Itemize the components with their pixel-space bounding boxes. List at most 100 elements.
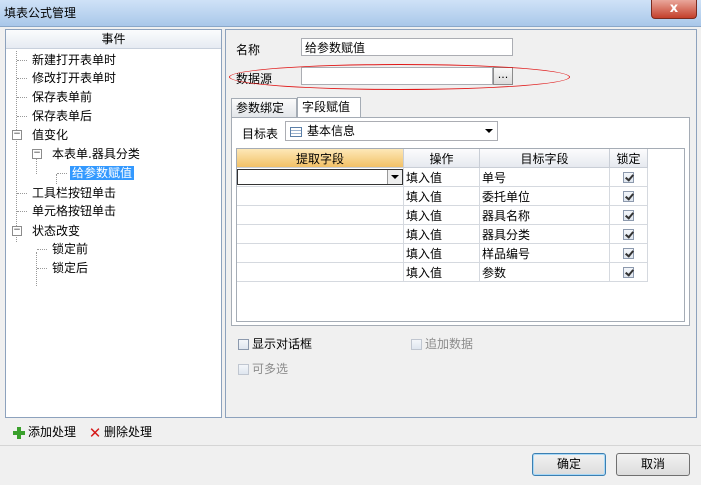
tree-item-label: 修改打开表单时 — [32, 71, 117, 85]
tab-field-assign[interactable]: 字段赋值 — [297, 97, 361, 117]
target-table-select[interactable]: 基本信息 — [285, 121, 498, 141]
tree-line — [57, 173, 67, 174]
append-data-checkbox — [411, 339, 422, 350]
extract-cell[interactable] — [237, 205, 404, 225]
tree-item-label: 锁定后 — [52, 261, 89, 275]
tree-item-label: 锁定前 — [52, 242, 89, 256]
tree-item-label: 工具栏按钮单击 — [32, 186, 117, 200]
add-handler-button[interactable]: 添加处理 — [12, 424, 76, 440]
multi-select-checkbox — [238, 364, 249, 375]
tree-item-assign-params[interactable]: 给参数赋值 — [70, 164, 135, 182]
close-button[interactable]: x — [651, 0, 697, 19]
tree-item-label: 保存表单前 — [32, 90, 93, 104]
tree-item-field-category[interactable]: 本表单.器具分类 — [52, 145, 140, 163]
name-label: 名称 — [236, 43, 261, 57]
collapse-icon[interactable]: − — [12, 130, 22, 140]
table-row[interactable]: 填入值 器具分类 — [237, 224, 648, 244]
lock-checkbox[interactable] — [623, 248, 634, 259]
col-header-extract[interactable]: 提取字段 — [237, 149, 404, 168]
col-header-target[interactable]: 目标字段 — [479, 149, 610, 168]
tab-param-binding[interactable]: 参数绑定 — [231, 98, 297, 117]
extract-cell-editor[interactable] — [237, 167, 404, 187]
field-mapping-grid[interactable]: 提取字段 操作 目标字段 锁定 填入值 单号 填入值 委托单位 填入值 器具名称… — [236, 148, 685, 322]
show-dialog-checkbox[interactable] — [238, 339, 249, 350]
lock-checkbox[interactable] — [623, 229, 634, 240]
lock-cell[interactable] — [609, 205, 648, 225]
tree-item-before-save[interactable]: 保存表单前 — [32, 88, 92, 106]
delete-handler-button[interactable]: ✕ 删除处理 — [88, 424, 152, 440]
tree-item-new-open[interactable]: 新建打开表单时 — [32, 51, 116, 69]
tree-item-after-save[interactable]: 保存表单后 — [32, 107, 92, 125]
tree-item-toolbar-click[interactable]: 工具栏按钮单击 — [32, 184, 116, 202]
collapse-icon[interactable]: − — [12, 226, 22, 236]
window-title: 填表公式管理 — [4, 6, 77, 20]
tree-line — [17, 193, 27, 194]
target-field-cell[interactable]: 器具名称 — [479, 205, 610, 225]
operation-cell[interactable]: 填入值 — [403, 224, 480, 244]
operation-cell[interactable]: 填入值 — [403, 243, 480, 263]
target-field-cell[interactable]: 单号 — [479, 167, 610, 187]
cancel-button[interactable]: 取消 — [616, 453, 690, 476]
lock-checkbox[interactable] — [623, 191, 634, 202]
append-data-label: 追加数据 — [425, 337, 474, 351]
extract-cell[interactable] — [237, 224, 404, 244]
tree-item-before-lock[interactable]: 锁定前 — [52, 240, 88, 258]
target-table-value: 基本信息 — [307, 124, 356, 138]
delete-handler-label: 删除处理 — [104, 425, 153, 439]
collapse-icon[interactable]: − — [32, 149, 42, 159]
lock-cell[interactable] — [609, 243, 648, 263]
show-dialog-label: 显示对话框 — [252, 337, 313, 351]
lock-cell[interactable] — [609, 224, 648, 244]
operation-cell[interactable]: 填入值 — [403, 167, 480, 187]
chevron-down-icon[interactable] — [387, 170, 402, 184]
table-row[interactable]: 填入值 样品编号 — [237, 243, 648, 263]
lock-cell[interactable] — [609, 186, 648, 206]
lock-checkbox[interactable] — [623, 267, 634, 278]
tree-line — [17, 60, 27, 61]
target-table-label: 目标表 — [242, 127, 279, 141]
tree-line — [37, 249, 47, 250]
footer-divider — [0, 445, 701, 446]
ok-button[interactable]: 确定 — [532, 453, 606, 476]
tree-line — [17, 211, 27, 212]
target-field-cell[interactable]: 委托单位 — [479, 186, 610, 206]
lock-checkbox[interactable] — [623, 172, 634, 183]
tree-item-state-change[interactable]: 状态改变 — [32, 222, 80, 240]
tree-line — [36, 157, 37, 174]
table-row[interactable]: 填入值 器具名称 — [237, 205, 648, 225]
target-field-cell[interactable]: 器具分类 — [479, 224, 610, 244]
extract-cell[interactable] — [237, 262, 404, 282]
name-input[interactable]: 给参数赋值 — [301, 38, 513, 56]
lock-cell[interactable] — [609, 262, 648, 282]
tree-item-label: 状态改变 — [32, 224, 81, 238]
extract-cell[interactable] — [237, 186, 404, 206]
extract-field-select[interactable] — [237, 169, 403, 185]
table-row[interactable]: 填入值 单号 — [237, 167, 648, 187]
operation-cell[interactable]: 填入值 — [403, 205, 480, 225]
target-field-cell[interactable]: 参数 — [479, 262, 610, 282]
mapping-table: 提取字段 操作 目标字段 锁定 填入值 单号 填入值 委托单位 填入值 器具名称… — [237, 149, 648, 282]
operation-cell[interactable]: 填入值 — [403, 262, 480, 282]
annotation-ellipse — [229, 64, 570, 90]
dialog-window: 填表公式管理 x 事件 新建打开表单时 修改打开表单时 保存表单前 保存表单后 … — [0, 0, 701, 485]
operation-cell[interactable]: 填入值 — [403, 186, 480, 206]
lock-cell[interactable] — [609, 167, 648, 187]
col-header-operation[interactable]: 操作 — [403, 149, 480, 168]
title-bar[interactable]: 填表公式管理 x — [0, 0, 701, 27]
tree-item-value-change[interactable]: 值变化 — [32, 126, 68, 144]
tree-item-edit-open[interactable]: 修改打开表单时 — [32, 69, 116, 87]
lock-checkbox[interactable] — [623, 210, 634, 221]
show-dialog-option[interactable]: 显示对话框 — [238, 336, 312, 352]
chevron-down-icon — [485, 129, 493, 133]
target-field-cell[interactable]: 样品编号 — [479, 243, 610, 263]
tree-item-label: 值变化 — [32, 128, 69, 142]
tree-item-cell-button-click[interactable]: 单元格按钮单击 — [32, 202, 116, 220]
table-row[interactable]: 填入值 委托单位 — [237, 186, 648, 206]
table-row[interactable]: 填入值 参数 — [237, 262, 648, 282]
tree-item-after-lock[interactable]: 锁定后 — [52, 259, 88, 277]
tree-line — [17, 97, 27, 98]
col-header-lock[interactable]: 锁定 — [609, 149, 648, 168]
delete-x-icon: ✕ — [88, 423, 102, 442]
extract-cell[interactable] — [237, 243, 404, 263]
tree-item-label: 保存表单后 — [32, 109, 93, 123]
